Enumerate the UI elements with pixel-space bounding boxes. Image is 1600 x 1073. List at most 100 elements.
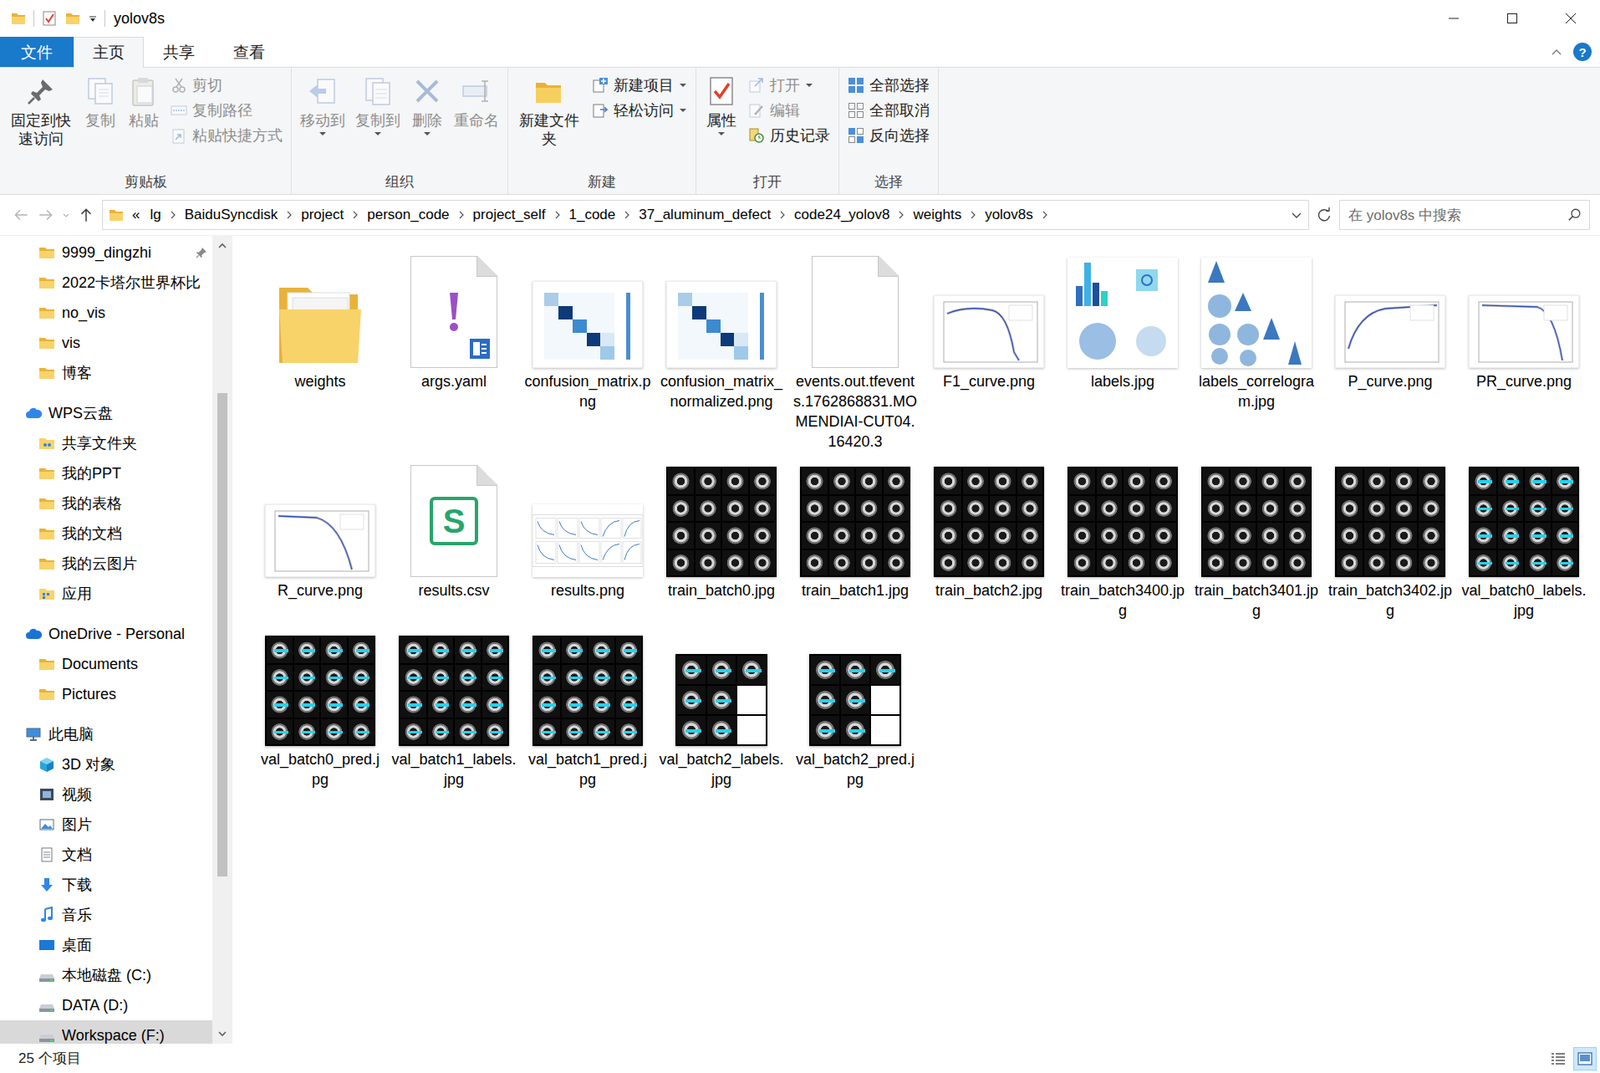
- ribbon-small-button[interactable]: 打开: [748, 74, 831, 97]
- breadcrumb[interactable]: lg: [147, 206, 164, 224]
- breadcrumb[interactable]: weights: [910, 206, 964, 224]
- ribbon-small-button[interactable]: 编辑: [748, 99, 831, 122]
- navigation-item[interactable]: Pictures: [0, 678, 213, 709]
- ribbon-large-button[interactable]: 移动到: [296, 71, 349, 137]
- file-item[interactable]: val_batch0_pred.jpg: [253, 628, 388, 790]
- file-item[interactable]: train_batch3401.jpg: [1189, 459, 1324, 621]
- file-item[interactable]: confusion_matrix_normalized.png: [654, 250, 789, 412]
- ribbon-large-button[interactable]: 重命名: [450, 71, 503, 130]
- file-item[interactable]: PR_curve.png: [1457, 250, 1591, 392]
- collapse-ribbon-icon[interactable]: [1549, 45, 1564, 59]
- navigation-item[interactable]: 本地磁盘 (C:): [0, 959, 213, 990]
- file-item[interactable]: val_batch1_pred.jpg: [520, 628, 655, 790]
- ribbon-large-button[interactable]: 删除: [407, 71, 448, 137]
- file-item[interactable]: events.out.tfevents.1762868831.MOMENDIAI…: [788, 250, 923, 452]
- file-item[interactable]: confusion_matrix.png: [520, 250, 655, 412]
- ribbon-small-button[interactable]: 复制路径: [170, 99, 283, 122]
- navigation-item[interactable]: 此电脑: [0, 718, 213, 750]
- scrollbar[interactable]: [212, 235, 233, 1044]
- navigation-item[interactable]: 博客: [0, 357, 213, 388]
- close-button[interactable]: [1541, 0, 1600, 37]
- ribbon-small-button[interactable]: 新建项目: [591, 74, 688, 97]
- navigation-item[interactable]: 图片: [0, 809, 213, 840]
- ribbon-small-button[interactable]: 轻松访问: [591, 99, 688, 122]
- forward-arrow-icon[interactable]: [36, 205, 56, 225]
- chevron-right-icon[interactable]: [168, 208, 178, 222]
- ribbon-small-button[interactable]: 历史记录: [748, 124, 831, 147]
- breadcrumb[interactable]: project_self: [470, 206, 549, 224]
- file-item[interactable]: val_batch2_pred.jpg: [788, 628, 923, 790]
- file-item[interactable]: args.yaml: [387, 250, 521, 392]
- navigation-item[interactable]: 3D 对象: [0, 749, 213, 780]
- file-item[interactable]: results.png: [520, 459, 655, 601]
- navigation-item[interactable]: OneDrive - Personal: [0, 618, 213, 649]
- chevron-right-icon[interactable]: [351, 208, 360, 222]
- navigation-item[interactable]: 我的PPT: [0, 458, 213, 489]
- ribbon-small-button[interactable]: 全部取消: [847, 99, 930, 122]
- maximize-button[interactable]: [1482, 0, 1542, 37]
- address-bar[interactable]: « lg BaiduSyncdisk project person_code p…: [101, 199, 1310, 230]
- chevron-right-icon[interactable]: [778, 208, 787, 222]
- view-button[interactable]: [1573, 1046, 1597, 1071]
- ribbon-small-button[interactable]: 剪切: [170, 74, 283, 97]
- ribbon-large-button[interactable]: 属性: [701, 71, 742, 137]
- ribbon-small-button[interactable]: 全部选择: [847, 74, 930, 97]
- new-folder-icon[interactable]: [64, 10, 82, 27]
- breadcrumb-overflow[interactable]: «: [129, 206, 143, 224]
- navigation-item[interactable]: 桌面: [0, 929, 213, 960]
- breadcrumb[interactable]: yolov8s: [982, 206, 1036, 224]
- file-item[interactable]: S results.csv: [387, 459, 521, 601]
- navigation-item[interactable]: 下载: [0, 869, 213, 900]
- back-arrow-icon[interactable]: [11, 205, 31, 225]
- navigation-item[interactable]: vis: [0, 327, 213, 358]
- chevron-right-icon[interactable]: [968, 208, 978, 222]
- customize-dropdown-icon[interactable]: [87, 13, 98, 24]
- navigation-item[interactable]: 我的云图片: [0, 548, 213, 579]
- scroll-up-icon[interactable]: [215, 235, 230, 256]
- file-item[interactable]: train_batch3400.jpg: [1055, 459, 1190, 621]
- ribbon-tab[interactable]: 查看: [214, 36, 285, 68]
- search-box[interactable]: 在 yolov8s 中搜索: [1339, 199, 1590, 230]
- navigation-item[interactable]: 我的表格: [0, 488, 213, 519]
- ribbon-large-button[interactable]: 新建文件夹: [513, 71, 586, 148]
- scrollbar-thumb[interactable]: [217, 392, 228, 877]
- navigation-item[interactable]: 我的文档: [0, 518, 213, 549]
- chevron-right-icon[interactable]: [553, 208, 562, 222]
- navigation-item[interactable]: 9999_dingzhi: [0, 237, 213, 268]
- navigation-item[interactable]: Workspace (F:): [0, 1019, 213, 1044]
- ribbon-large-button[interactable]: 复制到: [351, 71, 404, 137]
- breadcrumb[interactable]: code24_yolov8: [791, 206, 892, 224]
- chevron-right-icon[interactable]: [285, 208, 294, 222]
- up-arrow-icon[interactable]: [76, 205, 96, 225]
- recent-locations-icon[interactable]: [61, 210, 71, 220]
- navigation-item[interactable]: no_vis: [0, 297, 213, 328]
- file-item[interactable]: R_curve.png: [253, 459, 388, 601]
- ribbon-large-button[interactable]: 粘贴: [123, 71, 164, 130]
- ribbon-tab[interactable]: 共享: [143, 36, 215, 68]
- ribbon-large-button[interactable]: 固定到快速访问: [5, 71, 77, 148]
- navigation-item[interactable]: 文档: [0, 839, 213, 870]
- ribbon-large-button[interactable]: 复制: [80, 71, 121, 130]
- file-item[interactable]: train_batch3402.jpg: [1323, 459, 1458, 621]
- properties-icon[interactable]: [40, 10, 58, 27]
- file-item[interactable]: F1_curve.png: [922, 250, 1056, 392]
- file-item[interactable]: train_batch2.jpg: [922, 459, 1056, 601]
- breadcrumb[interactable]: BaiduSyncdisk: [182, 206, 281, 224]
- navigation-item[interactable]: 共享文件夹: [0, 428, 213, 459]
- navigation-item[interactable]: Documents: [0, 648, 213, 679]
- scroll-down-icon[interactable]: [215, 1023, 230, 1044]
- breadcrumb[interactable]: project: [298, 206, 347, 224]
- file-item[interactable]: val_batch2_labels.jpg: [654, 628, 789, 790]
- file-item[interactable]: labels_correlogram.jpg: [1189, 250, 1324, 412]
- breadcrumb[interactable]: 37_aluminum_defect: [636, 206, 774, 224]
- breadcrumb[interactable]: person_code: [364, 206, 452, 224]
- breadcrumb[interactable]: 1_code: [566, 206, 619, 224]
- chevron-right-icon[interactable]: [896, 208, 906, 222]
- help-button[interactable]: ?: [1573, 42, 1592, 62]
- chevron-right-icon[interactable]: [1040, 208, 1050, 222]
- file-item[interactable]: train_batch0.jpg: [654, 459, 789, 601]
- file-item[interactable]: P_curve.png: [1323, 250, 1458, 392]
- chevron-right-icon[interactable]: [622, 208, 632, 222]
- minimize-button[interactable]: [1424, 0, 1483, 37]
- navigation-item[interactable]: 音乐: [0, 899, 213, 930]
